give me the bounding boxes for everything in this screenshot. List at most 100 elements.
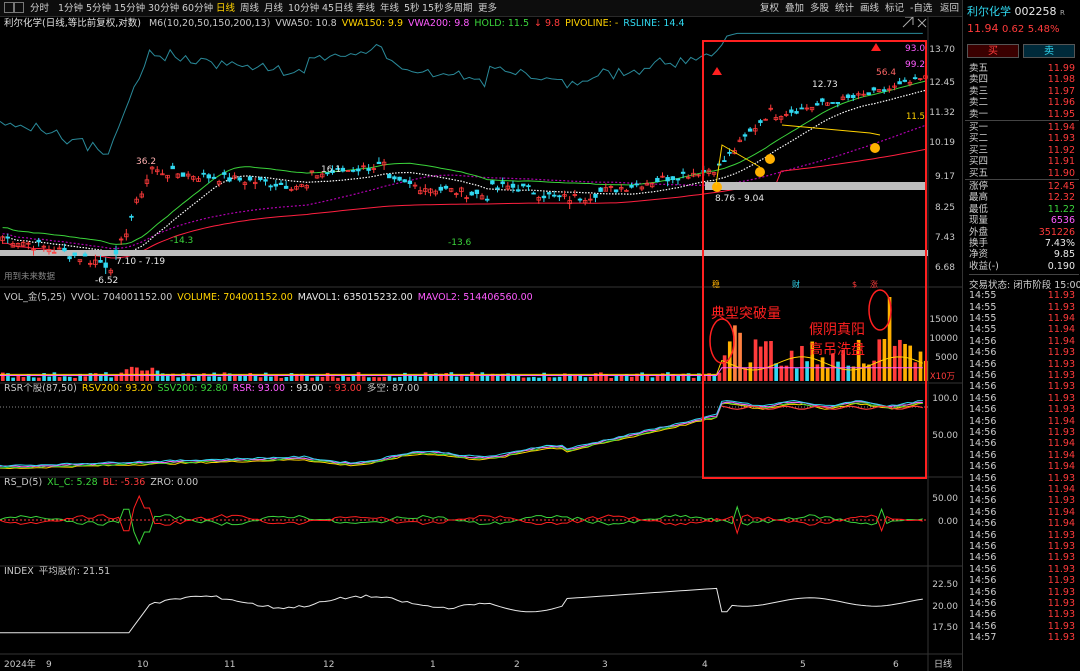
toolbar-period-0[interactable]: 分时 [30, 2, 49, 15]
window-split-icon[interactable] [14, 2, 24, 13]
bid-row-0-label: 买一 [969, 122, 989, 133]
toolbar-action-2[interactable]: 多股 [810, 2, 829, 15]
washout-volume-circle [868, 289, 892, 331]
tick-row: 14:56 11.94 [967, 484, 1077, 495]
ask-row-3[interactable]: 卖二 11.96 [967, 97, 1077, 108]
toolbar-period-6[interactable]: 日线 [216, 2, 235, 15]
tick-price: 11.93 [1047, 541, 1075, 552]
volume-bar [666, 372, 670, 381]
tick-row: 14:56 11.93 [967, 427, 1077, 438]
volume-bar [877, 339, 882, 381]
stat-row-2[interactable]: 最低 11.22 [967, 204, 1077, 215]
toolbar-action-1[interactable]: 叠加 [785, 2, 804, 15]
toolbar-period-8[interactable]: 月线 [264, 2, 283, 15]
toolbar-action-3[interactable]: 统计 [835, 2, 854, 15]
toolbar-period-3[interactable]: 15分钟 [114, 2, 145, 15]
volume-bar [789, 350, 794, 381]
window-restore-icon[interactable] [4, 2, 14, 13]
bid-row-0[interactable]: 买一 11.94 [967, 122, 1077, 133]
toolbar-period-15[interactable]: 多周期 [444, 2, 473, 15]
toolbar-period-1[interactable]: 1分钟 [58, 2, 83, 15]
ask-row-1[interactable]: 卖四 11.98 [967, 74, 1077, 85]
candle-body [67, 256, 72, 260]
stat-row-3-value: 6536 [1050, 215, 1075, 227]
stat-row-4[interactable]: 外盘 351226 [967, 227, 1077, 238]
toolbar-period-13[interactable]: 5秒 [404, 2, 420, 15]
price-axis-label: 8.25 [935, 203, 955, 213]
x-axis-label: 4 [702, 660, 708, 670]
close-icon [917, 18, 927, 28]
toolbar-period-9[interactable]: 10分钟 [288, 2, 319, 15]
toolbar-period-10[interactable]: 45日线 [322, 2, 353, 15]
chart-area[interactable]: 13.70 12.45 11.32 10.19 9.17 8.25 7.43 6.68 36.2… [0, 17, 962, 671]
volume-bar [57, 377, 62, 381]
candle-body [356, 168, 361, 172]
tick-time: 14:56 [969, 552, 997, 564]
volume-bar [21, 377, 26, 381]
breakout-volume-circle [709, 318, 735, 364]
stock-change: 0.62 [1002, 24, 1025, 35]
tick-price: 11.93 [1047, 529, 1075, 541]
rsd-axis-label: 50.00 [932, 494, 958, 504]
stat-row-3[interactable]: 现量 6536 [967, 215, 1077, 226]
toolbar-period-7[interactable]: 周线 [240, 2, 259, 15]
candle-body [376, 161, 382, 165]
bid-row-1-value: 11.93 [1047, 133, 1075, 145]
tick-time: 14:56 [969, 586, 997, 598]
toolbar-period-16[interactable]: 更多 [478, 2, 497, 15]
candle-body [5, 236, 10, 239]
toolbar-period-5[interactable]: 60分钟 [182, 2, 213, 15]
stat-row-0[interactable]: 涨停 12.45 [967, 181, 1077, 192]
volume-bar [691, 377, 696, 381]
volume-bar [78, 373, 82, 381]
stat-row-6-value: 9.85 [1053, 249, 1075, 261]
tick-time: 14:56 [969, 609, 997, 621]
volume-bar [346, 377, 351, 381]
toolbar-action-5[interactable]: 标记 [885, 2, 904, 15]
volume-bar [212, 372, 217, 381]
buy-button[interactable]: 买 [967, 44, 1019, 58]
support-bar-upper [705, 182, 925, 190]
volume-bar [475, 375, 479, 381]
sell-button[interactable]: 卖 [1023, 44, 1075, 58]
toolbar-period-14[interactable]: 15秒 [422, 2, 444, 15]
index-axis-label: 20.00 [932, 602, 958, 612]
volume-bar [52, 372, 57, 381]
volume-bar [619, 375, 624, 381]
volume-bar [336, 377, 340, 381]
stat-row-3-label: 现量 [969, 215, 989, 227]
tick-price: 11.93 [1047, 301, 1075, 313]
toolbar-action-0[interactable]: 复权 [760, 2, 779, 15]
candle-body [727, 151, 732, 154]
bid-row-1[interactable]: 买二 11.93 [967, 133, 1077, 144]
toolbar-period-2[interactable]: 5分钟 [86, 2, 111, 15]
stat-row-1-value: 12.32 [1047, 192, 1075, 204]
bid-row-2[interactable]: 买三 11.92 [967, 145, 1077, 156]
ask-row-2[interactable]: 卖三 11.97 [967, 86, 1077, 97]
signal-coin-icon [712, 182, 722, 192]
bid-row-4[interactable]: 买五 11.90 [967, 168, 1077, 179]
volume-bar [738, 332, 742, 381]
annotation-fake-yin: 假阴真阳 [809, 322, 865, 338]
toolbar-period-11[interactable]: 季线 [356, 2, 375, 15]
toolbar-action-7[interactable]: 返回 [940, 2, 959, 15]
tick-price: 11.94 [1047, 313, 1075, 324]
stat-row-5[interactable]: 换手 7.43% [967, 238, 1077, 249]
toolbar-action-4[interactable]: 画线 [860, 2, 879, 15]
stat-row-1[interactable]: 最高 12.32 [967, 192, 1077, 203]
book-divider [965, 120, 1079, 121]
toolbar-period-4[interactable]: 30分钟 [148, 2, 179, 15]
bid-row-3[interactable]: 买四 11.91 [967, 156, 1077, 167]
tick-row: 14:55 11.94 [967, 324, 1077, 335]
toolbar-period-12[interactable]: 年线 [380, 2, 399, 15]
ask-row-4[interactable]: 卖一 11.95 [967, 109, 1077, 120]
stat-row-7-label: 收益(-) [969, 260, 999, 272]
volume-bar [11, 377, 15, 381]
rsd-axis-label: 0.00 [938, 517, 958, 527]
stat-row-7[interactable]: 收益(-) 0.190 [967, 261, 1077, 272]
stat-row-6[interactable]: 净资 9.85 [967, 249, 1077, 260]
volume-bar [320, 376, 325, 381]
ask-row-0[interactable]: 卖五 11.99 [967, 63, 1077, 74]
toolbar-action-6[interactable]: -自选 [910, 2, 932, 15]
candle-body [366, 168, 371, 171]
